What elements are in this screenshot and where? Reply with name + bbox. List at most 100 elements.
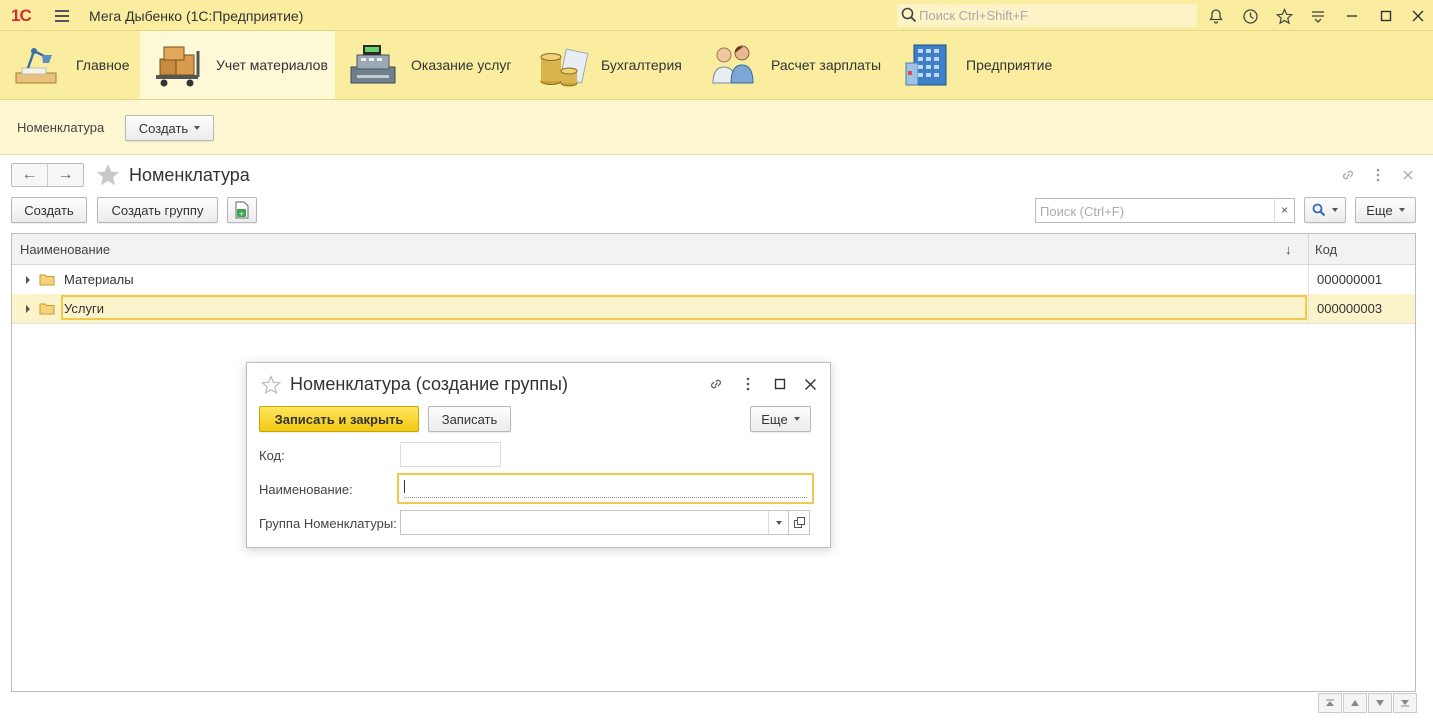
scroll-down-icon[interactable] bbox=[1368, 693, 1392, 713]
scroll-bottom-icon[interactable] bbox=[1393, 693, 1417, 713]
boxes-cart-icon bbox=[156, 46, 200, 87]
code-cell: 000000003 bbox=[1308, 294, 1415, 323]
save-button[interactable]: Записать bbox=[428, 406, 511, 432]
row-name: Услуги bbox=[64, 301, 104, 316]
window-title: Мега Дыбенко (1С:Предприятие) bbox=[89, 8, 304, 24]
save-and-close-button[interactable]: Записать и закрыть bbox=[259, 406, 419, 432]
section-main[interactable]: Главное bbox=[0, 31, 140, 99]
page-title: Номенклатура bbox=[129, 165, 250, 185]
settings-menu-icon[interactable] bbox=[1308, 6, 1328, 26]
section-main-label: Главное bbox=[76, 57, 130, 73]
row-code: 000000001 bbox=[1317, 272, 1383, 287]
maximize-icon[interactable] bbox=[771, 375, 789, 393]
group-select-field[interactable] bbox=[400, 510, 789, 535]
svg-text:+: + bbox=[239, 210, 245, 218]
name-cell: Услуги bbox=[12, 294, 1307, 323]
maximize-icon[interactable] bbox=[1376, 6, 1396, 26]
bell-icon[interactable] bbox=[1206, 6, 1226, 26]
folder-icon bbox=[39, 274, 55, 286]
row-divider bbox=[12, 323, 1415, 324]
minimize-icon[interactable] bbox=[1342, 6, 1362, 26]
section-accounting[interactable]: Бухгалтерия bbox=[525, 31, 695, 99]
cash-register-icon bbox=[350, 45, 396, 84]
export-button[interactable]: + bbox=[227, 197, 257, 223]
scroll-up-icon[interactable] bbox=[1343, 693, 1367, 713]
expand-triangle-icon[interactable] bbox=[26, 276, 30, 284]
favorite-star-icon[interactable] bbox=[261, 375, 281, 395]
section-create-label: Создать bbox=[138, 120, 189, 136]
selection-frame bbox=[61, 295, 1307, 320]
global-search-input[interactable]: Поиск Ctrl+Shift+F bbox=[897, 4, 1197, 27]
search-icon bbox=[1312, 203, 1326, 217]
section-services[interactable]: Оказание услуг bbox=[335, 31, 525, 99]
link-icon[interactable] bbox=[707, 375, 725, 393]
sections-panel: Главное Учет материалов Оказание услуг Б… bbox=[0, 31, 1433, 100]
list-search-placeholder: Поиск (Ctrl+F) bbox=[1040, 204, 1125, 219]
nomenclature-link[interactable]: Номенклатура bbox=[17, 120, 104, 135]
section-create-button[interactable]: Создать bbox=[125, 115, 214, 141]
link-icon[interactable] bbox=[1339, 166, 1357, 184]
form-header: ← → Номенклатура bbox=[0, 156, 1433, 196]
section-services-label: Оказание услуг bbox=[411, 57, 512, 73]
chevron-down-icon bbox=[1332, 208, 1338, 212]
section-salary-label: Расчет зарплаты bbox=[771, 57, 882, 73]
back-arrow-icon[interactable]: ← bbox=[12, 164, 48, 186]
favorites-star-icon[interactable] bbox=[1274, 6, 1294, 26]
form-close-icon[interactable] bbox=[1399, 166, 1417, 184]
forward-arrow-icon[interactable]: → bbox=[48, 164, 83, 186]
history-icon[interactable] bbox=[1240, 6, 1260, 26]
table-row[interactable]: Материалы 000000001 bbox=[12, 265, 1415, 294]
section-enterprise-label: Предприятие bbox=[966, 57, 1053, 73]
title-bar: 1С Мега Дыбенко (1С:Предприятие) Поиск C… bbox=[0, 0, 1433, 31]
code-cell: 000000001 bbox=[1308, 265, 1415, 294]
column-header-name[interactable]: Наименование bbox=[20, 242, 110, 257]
desk-lamp-icon bbox=[15, 48, 57, 84]
column-divider[interactable] bbox=[1308, 234, 1309, 265]
row-code: 000000003 bbox=[1317, 301, 1383, 316]
section-commands-bar: Номенклатура Создать bbox=[0, 100, 1433, 155]
section-accounting-label: Бухгалтерия bbox=[601, 57, 682, 73]
coins-icon bbox=[540, 48, 589, 87]
column-header-code[interactable]: Код bbox=[1315, 242, 1337, 257]
clear-search-icon[interactable]: × bbox=[1274, 199, 1294, 222]
spreadsheet-export-icon: + bbox=[235, 201, 249, 219]
create-group-dialog: Номенклатура (создание группы) Записать … bbox=[246, 362, 831, 548]
dialog-more-button[interactable]: Еще bbox=[750, 406, 811, 432]
building-icon bbox=[905, 44, 947, 86]
global-search-placeholder: Поиск Ctrl+Shift+F bbox=[919, 8, 1028, 23]
chevron-down-icon bbox=[793, 417, 800, 421]
main-menu-icon[interactable] bbox=[55, 8, 69, 22]
favorite-star-icon[interactable] bbox=[95, 162, 121, 188]
1c-logo-icon[interactable]: 1С bbox=[11, 6, 32, 26]
code-field[interactable] bbox=[400, 442, 501, 467]
chevron-down-icon bbox=[1398, 208, 1405, 212]
expand-triangle-icon[interactable] bbox=[26, 305, 30, 313]
open-window-icon bbox=[793, 517, 805, 528]
section-materials[interactable]: Учет материалов bbox=[140, 31, 335, 99]
scroll-top-icon[interactable] bbox=[1318, 693, 1342, 713]
close-icon[interactable] bbox=[801, 375, 819, 393]
table-row-selected[interactable]: Услуги 000000003 bbox=[12, 294, 1415, 323]
list-search-input[interactable]: Поиск (Ctrl+F) × bbox=[1035, 198, 1295, 223]
name-cell: Материалы bbox=[12, 265, 1307, 294]
table-header: Наименование ↓ Код bbox=[12, 234, 1415, 265]
close-icon[interactable] bbox=[1408, 6, 1428, 26]
code-label: Код: bbox=[259, 448, 285, 463]
more-vertical-icon[interactable] bbox=[739, 375, 757, 393]
folder-icon bbox=[39, 303, 55, 315]
create-group-button[interactable]: Создать группу bbox=[97, 197, 218, 223]
create-button[interactable]: Создать bbox=[11, 197, 87, 223]
search-icon bbox=[901, 7, 917, 23]
more-vertical-icon[interactable] bbox=[1369, 166, 1387, 184]
open-group-button[interactable] bbox=[788, 510, 810, 535]
row-name: Материалы bbox=[64, 272, 134, 287]
text-cursor bbox=[404, 480, 405, 493]
dialog-more-label: Еще bbox=[761, 411, 788, 427]
search-mode-button[interactable] bbox=[1304, 197, 1346, 223]
group-dropdown-button[interactable] bbox=[768, 511, 788, 534]
name-field[interactable] bbox=[397, 473, 814, 504]
section-salary[interactable]: Расчет зарплаты bbox=[695, 31, 890, 99]
more-button[interactable]: Еще bbox=[1355, 197, 1416, 223]
navigation-arrows: ← → bbox=[11, 163, 84, 187]
section-enterprise[interactable]: Предприятие bbox=[890, 31, 1060, 99]
